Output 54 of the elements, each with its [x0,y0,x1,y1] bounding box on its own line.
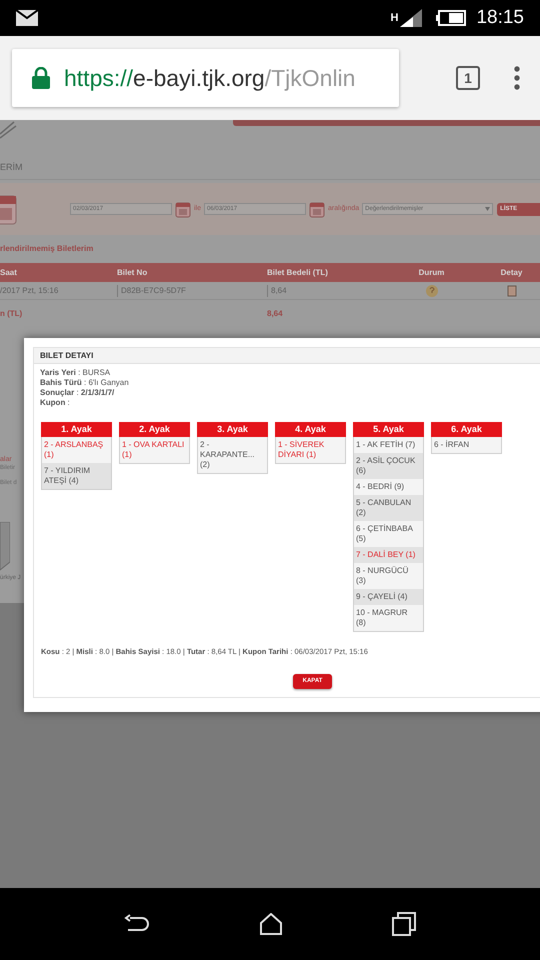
column-header: Bilet No [117,266,148,278]
horse-entry: 2 - KARAPANTE... (2) [198,437,267,473]
section-title: ERİM [0,160,22,174]
battery-icon [436,10,466,26]
info-line: Bahis Türü : 6'lı Ganyan [40,378,130,388]
lock-icon [32,67,50,89]
total-label: n (TL) [0,308,24,320]
leg-header: 6. Ayak [431,422,502,437]
horse-entry: 2 - ARSLANBAŞ (1) [42,437,111,463]
table-cell: 8,64 [267,284,380,296]
horse-entry: 6 - İRFAN [432,437,501,453]
leg-header: 5. Ayak [353,422,424,437]
leg-header: 3. Ayak [197,422,268,437]
info-line: Yaris Yeri : BURSA [40,368,112,378]
recents-icon[interactable] [392,912,416,936]
back-icon[interactable] [124,914,150,934]
horse-entry: 4 - BEDRİ (9) [354,479,423,495]
horse-entry: 9 - ÇAYELİ (4) [354,589,423,605]
column-header: Bilet Bedeli (TL) [267,266,329,278]
dialog-title: BILET DETAYI [40,350,94,362]
home-icon[interactable] [258,913,283,935]
clock: 18:15 [476,6,524,30]
horse-entry: 2 - ASİL ÇOCUK (6) [354,453,423,479]
horse-entry: 1 - SİVEREK DİYARI (1) [276,437,345,463]
address-bar[interactable]: https://e-bayi.tjk.org/TjkOnlin [12,49,399,107]
horse-entry: 7 - YILDIRIM ATEŞİ (4) [42,463,111,489]
leg-header: 2. Ayak [119,422,190,437]
horse-entry: 5 - CANBULAN (2) [354,495,423,521]
menu-icon[interactable] [514,66,520,90]
dropdown-caret-icon [485,207,490,211]
network-type: H [390,13,398,23]
column-header: Detay [500,266,522,278]
table-cell-text: /2017 Pzt, 15:16 [0,284,60,296]
leg-header: 4. Ayak [275,422,346,437]
signal-icon [400,9,422,27]
total-value: 8,64 [267,308,284,320]
column-header: Durum [418,266,444,278]
horse-entry: 1 - OVA KARTALI (1) [120,437,189,463]
horse-entry: 10 - MAGRUR (8) [354,605,423,631]
table-title: rlendirilmemiş Biletlerim [0,243,94,255]
horse-entry: 1 - AK FETİH (7) [354,437,423,453]
mail-icon [16,10,38,26]
horse-entry: 7 - DALİ BEY (1) [354,547,423,563]
leg-header: 1. Ayak [41,422,112,437]
tab-count-button[interactable]: 1 [456,66,480,90]
info-line: Kupon : [40,398,71,408]
table-cell: D82B-E7C9-5D7F [117,284,267,296]
url-path: /TjkOnlin [264,64,356,93]
horse-entry: 8 - NURGÜCÜ (3) [354,563,423,589]
url-host: e-bayi.tjk.org [133,64,265,93]
horse-entry: 6 - ÇETİNBABA (5) [354,521,423,547]
url-scheme: https:// [64,64,134,93]
column-header: Saat [0,266,18,278]
info-line: Sonuçlar : 2/1/3/1/7/ [40,388,116,398]
